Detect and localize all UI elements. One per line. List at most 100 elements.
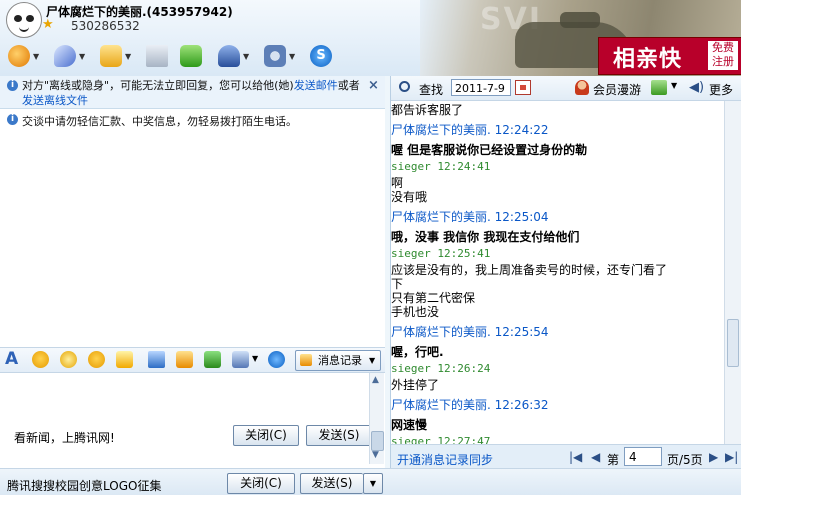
close-icon[interactable]: ×: [368, 78, 379, 93]
calendar-icon[interactable]: [515, 80, 531, 95]
page-total: 页/5页: [667, 453, 703, 467]
chat-header: SVI 尸体腐烂下的美丽.(453957942) ★ 530286532 相亲快…: [0, 0, 741, 76]
history-footer: 开通消息记录同步 |◀ ◀ 第 4 页/5页 ▶ ▶|: [391, 444, 741, 469]
message-text: 应该是没有的，我上周准备卖号的时候，还专门看了: [391, 263, 668, 277]
chevron-down-icon[interactable]: ▼: [33, 52, 39, 61]
contact-info-button[interactable]: ▼: [218, 42, 260, 70]
member-roaming-button[interactable]: 会员漫游: [593, 81, 641, 98]
banner-turret-shape: [560, 12, 600, 28]
ad-register: 免费 注册: [708, 41, 738, 70]
ad-banner[interactable]: 相亲快 免费 注册: [598, 37, 741, 75]
news-link[interactable]: 看新闻，上腾讯网!: [14, 429, 115, 446]
offline-notice-text: 对方"离线或隐身"，可能无法立即回复，您可以给他(她)发送邮件或者发送离线文件: [22, 78, 362, 108]
skype-button[interactable]: S: [310, 42, 340, 70]
history-toolbar: 查找 2011-7-9 会员漫游 ▼ ◀) 更多: [391, 76, 741, 101]
image-icon[interactable]: [148, 351, 165, 368]
contact-avatar[interactable]: [6, 2, 42, 38]
magic-emoticon-icon[interactable]: [60, 351, 77, 368]
date-field[interactable]: 2011-7-9: [451, 79, 511, 96]
contact-name: 尸体腐烂下的美丽.(453957942): [46, 5, 233, 19]
info-icon: i: [7, 114, 18, 125]
send-button[interactable]: 发送(S): [300, 473, 363, 494]
prev-page-icon[interactable]: ◀: [591, 450, 600, 464]
notice-text-1: 对方"离线或隐身"，可能无法立即回复，您可以给他(她): [22, 79, 294, 92]
chevron-down-icon[interactable]: ▼: [671, 81, 677, 90]
member-icon: [575, 80, 589, 95]
page-input[interactable]: 4: [624, 447, 662, 466]
scroll-down-icon[interactable]: ▼: [372, 450, 379, 460]
safety-tip: 交谈中请勿轻信汇款、中奖信息，勿轻易拨打陌生电话。: [22, 115, 297, 128]
info-icon: i: [7, 80, 18, 91]
send-offline-file-link[interactable]: 发送离线文件: [22, 94, 88, 107]
history-scrollbar[interactable]: [724, 101, 741, 444]
message-input[interactable]: 看新闻，上腾讯网! 关闭(C) 发送(S) ▲ ▼: [0, 373, 385, 464]
user-icon: [218, 45, 240, 67]
wink-icon[interactable]: [88, 351, 105, 368]
search-icon[interactable]: [399, 81, 410, 92]
send-button-inner[interactable]: 发送(S): [306, 425, 372, 446]
first-page-icon[interactable]: |◀: [569, 450, 582, 464]
ad-title: 相亲快: [613, 47, 683, 72]
chat-pane: i 对方"离线或隐身"，可能无法立即回复，您可以给他(她)发送邮件或者发送离线文…: [0, 76, 385, 468]
input-scrollbar[interactable]: ▲ ▼: [369, 373, 384, 464]
last-page-icon[interactable]: ▶|: [725, 450, 738, 464]
skype-icon[interactable]: [268, 351, 285, 368]
scroll-thumb[interactable]: [371, 431, 384, 451]
color-icon[interactable]: [651, 80, 667, 95]
video-icon: [8, 45, 30, 67]
add-friend-button[interactable]: [180, 42, 214, 70]
more-button[interactable]: 更多: [709, 81, 733, 98]
format-toolbar: A ▼ 消息记录 ▼: [0, 347, 385, 373]
qq-chat-window: SVI 尸体腐烂下的美丽.(453957942) ★ 530286532 相亲快…: [0, 0, 741, 495]
search-button[interactable]: 查找: [419, 81, 443, 98]
message-text: 都告诉客服了: [391, 103, 464, 117]
message-history-button[interactable]: 消息记录 ▼: [295, 350, 381, 371]
scissors-icon[interactable]: [204, 351, 221, 368]
send-file-button[interactable]: ▼: [100, 42, 142, 70]
message-text: 喔，行吧.: [391, 345, 444, 359]
font-icon[interactable]: A: [5, 351, 22, 368]
message-sender-line: 尸体腐烂下的美丽. 12:25:54: [391, 325, 549, 339]
message-text: 哦，没事 我信你 我现在支付给他们: [391, 230, 580, 244]
screen-share-icon[interactable]: [232, 351, 249, 368]
close-button-inner[interactable]: 关闭(C): [233, 425, 299, 446]
close-button[interactable]: 关闭(C): [227, 473, 295, 494]
next-page-icon[interactable]: ▶: [709, 450, 718, 464]
message-text: 喔 但是客服说你已经设置过身份的勒: [391, 143, 588, 157]
message-sender-line: 尸体腐烂下的美丽. 12:25:04: [391, 210, 549, 224]
chevron-down-icon[interactable]: ▼: [289, 52, 295, 61]
send-mail-link[interactable]: 发送邮件: [294, 79, 338, 92]
emoticon-icon[interactable]: [32, 351, 49, 368]
voice-call-button[interactable]: ▼: [54, 42, 96, 70]
chevron-down-icon[interactable]: ▼: [252, 354, 258, 363]
microphone-icon: [54, 45, 76, 67]
message-sender-line: sieger 12:25:41: [391, 247, 491, 260]
video-call-button[interactable]: ▼: [8, 42, 50, 70]
chevron-down-icon[interactable]: ▼: [125, 52, 131, 61]
history-pane: 查找 2011-7-9 会员漫游 ▼ ◀) 更多 都告诉客服了尸体腐烂下的美丽.…: [390, 76, 741, 469]
send-options-dropdown[interactable]: ▼: [363, 473, 383, 494]
ad-free-label: 免费: [712, 41, 734, 54]
bottom-ad-link[interactable]: 腾讯搜搜校园创意LOGO征集: [7, 477, 161, 494]
speaker-icon: ◀): [689, 80, 705, 95]
scroll-thumb[interactable]: [727, 319, 739, 367]
message-sender-line: sieger 12:27:47: [391, 435, 491, 444]
message-sender-line: 尸体腐烂下的美丽. 12:24:22: [391, 123, 549, 137]
offline-notice: i 对方"离线或隐身"，可能无法立即回复，您可以给他(她)发送邮件或者发送离线文…: [0, 76, 385, 109]
music-icon[interactable]: [176, 351, 193, 368]
mail-button[interactable]: [146, 42, 176, 70]
sync-history-link[interactable]: 开通消息记录同步: [397, 451, 493, 468]
message-sender-line: 尸体腐烂下的美丽. 12:26:32: [391, 398, 549, 412]
chevron-down-icon[interactable]: ▼: [79, 52, 85, 61]
scroll-up-icon[interactable]: ▲: [372, 375, 379, 385]
message-text: 手机也没: [391, 305, 440, 319]
history-icon: [300, 354, 312, 366]
message-history-label: 消息记录: [318, 354, 362, 367]
hand-icon[interactable]: [116, 351, 133, 368]
settings-button[interactable]: ▼: [264, 42, 306, 70]
chevron-down-icon: ▼: [369, 356, 376, 365]
chevron-down-icon[interactable]: ▼: [243, 52, 249, 61]
message-sender-line: sieger 12:24:41: [391, 160, 491, 173]
message-text: 没有哦: [391, 190, 428, 204]
avatar-eye-right: [26, 15, 34, 22]
